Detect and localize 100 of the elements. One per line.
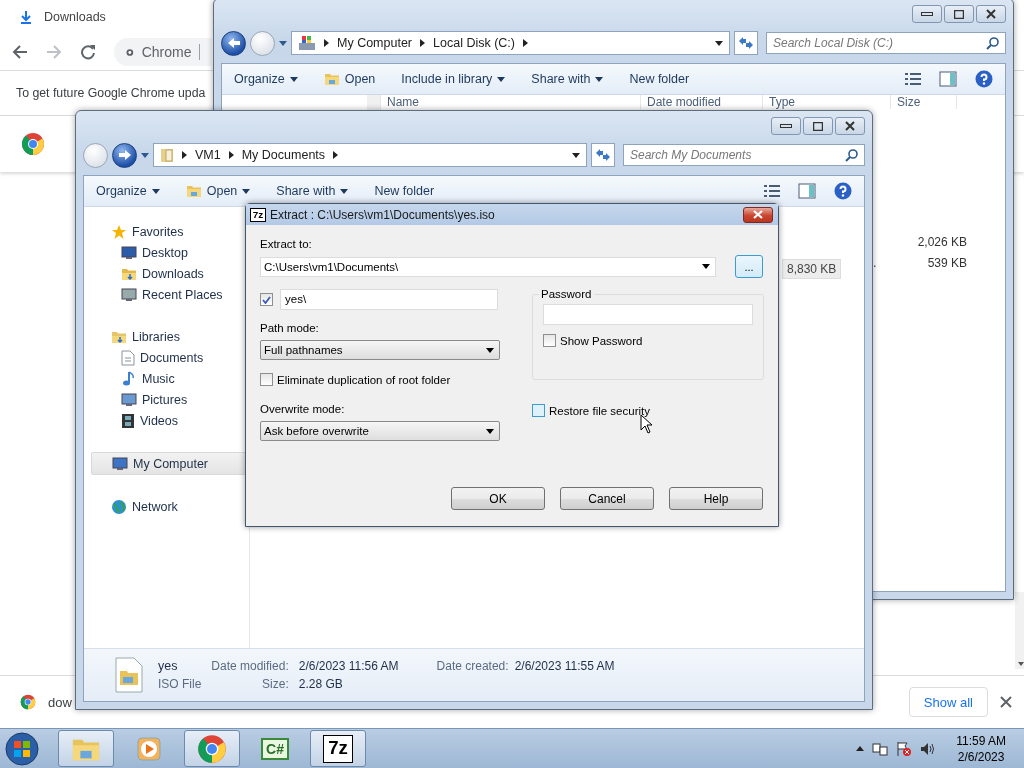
column-header[interactable]: Name: [381, 95, 641, 109]
clock[interactable]: 11:59 AM 2/6/2023: [956, 732, 1006, 765]
minimize-button[interactable]: [771, 117, 801, 135]
column-header[interactable]: Date modified: [641, 95, 763, 109]
maximize-icon: [954, 9, 964, 19]
refresh-button[interactable]: [734, 31, 758, 55]
help-icon[interactable]: [834, 182, 852, 200]
navigation-item[interactable]: Desktop: [91, 242, 247, 263]
back-arrow-icon[interactable]: [12, 44, 28, 60]
breadcrumb-item[interactable]: VM1: [195, 148, 221, 162]
maximize-button[interactable]: [944, 5, 974, 23]
address-bar[interactable]: My Computer Local Disk (C:): [291, 31, 730, 55]
path-mode-dropdown[interactable]: Full pathnames: [260, 340, 500, 360]
subfolder-field[interactable]: yes\: [280, 289, 498, 310]
caret-icon: [486, 347, 494, 353]
checkbox-label[interactable]: Show Password: [543, 334, 753, 347]
show-hidden-icons[interactable]: [856, 746, 865, 751]
star-icon: [111, 223, 127, 240]
dialog-button[interactable]: Cancel: [560, 487, 654, 510]
toolbar-button[interactable]: Open: [323, 71, 376, 87]
flag-icon[interactable]: [896, 740, 913, 757]
breadcrumb-arrow-icon: [333, 151, 339, 159]
navigation-item[interactable]: Network: [91, 496, 247, 517]
taskbar-button[interactable]: C#: [247, 730, 303, 767]
maximize-icon: [813, 121, 823, 131]
help-icon[interactable]: [975, 70, 993, 88]
breadcrumb-item[interactable]: My Computer: [337, 36, 413, 50]
caret-icon: [486, 428, 494, 434]
navigation-item[interactable]: Recent Places: [91, 284, 247, 305]
toolbar-button[interactable]: Open: [185, 183, 251, 199]
checkmark-icon: [262, 295, 271, 304]
caret-icon: [279, 40, 287, 46]
scrollbar[interactable]: [1015, 592, 1024, 669]
address-bar[interactable]: Chrome: [114, 38, 212, 66]
field-label: Size:: [261, 677, 289, 691]
checkbox-label[interactable]: Eliminate duplication of root folder: [260, 373, 500, 386]
dialog-button[interactable]: OK: [451, 487, 545, 510]
toolbar-button[interactable]: New folder: [374, 184, 435, 198]
navigation-item[interactable]: Favorites: [91, 221, 247, 242]
reload-icon[interactable]: [80, 44, 96, 60]
desktop-icon: [121, 244, 137, 261]
column-header[interactable]: Size: [891, 95, 957, 109]
extract-path-combo[interactable]: C:\Users\vm1\Documents\: [260, 256, 717, 277]
download-item-name[interactable]: dow: [48, 694, 72, 710]
taskbar-button[interactable]: 7z: [310, 730, 366, 767]
caret-icon: [595, 76, 604, 82]
close-button[interactable]: [743, 206, 773, 223]
close-shelf-button[interactable]: [1000, 696, 1012, 708]
taskbar-button[interactable]: [58, 730, 114, 767]
show-all-button[interactable]: Show all: [908, 687, 988, 717]
close-button[interactable]: [976, 5, 1006, 23]
address-bar[interactable]: VM1 My Documents: [153, 143, 587, 167]
search-field[interactable]: Search Local Disk (C:): [766, 32, 1006, 54]
network-icon[interactable]: [872, 740, 889, 757]
password-field[interactable]: [543, 304, 753, 325]
overwrite-mode-dropdown[interactable]: Ask before overwrite: [260, 421, 500, 441]
open-folder-icon: [185, 183, 202, 199]
maximize-button[interactable]: [803, 117, 833, 135]
caret-icon: [497, 76, 506, 82]
close-button[interactable]: [835, 117, 865, 135]
navigation-item[interactable]: Libraries: [91, 326, 247, 347]
computer-icon: [112, 455, 128, 472]
forward-button[interactable]: [112, 142, 137, 168]
navigation-item[interactable]: Videos: [91, 410, 247, 431]
breadcrumb-item[interactable]: My Documents: [241, 148, 326, 162]
view-list-icon[interactable]: [764, 184, 780, 198]
computer-icon: [298, 35, 316, 51]
toolbar-button[interactable]: New folder: [629, 72, 690, 86]
navigation-item[interactable]: Documents: [91, 347, 247, 368]
search-field[interactable]: Search My Documents: [623, 144, 865, 166]
close-icon: [753, 210, 763, 219]
checkbox-label[interactable]: Restore file security: [532, 404, 764, 417]
toolbar-button[interactable]: Include in library: [401, 72, 506, 86]
infobar-message: To get future Google Chrome upda: [16, 86, 206, 100]
size-tooltip: 8,830 KB: [782, 259, 842, 279]
checkbox[interactable]: [260, 293, 273, 306]
minimize-button[interactable]: [912, 5, 942, 23]
navigation-item[interactable]: Music: [91, 368, 247, 389]
open-folder-icon: [323, 71, 340, 87]
browse-button[interactable]: ...: [735, 255, 763, 278]
breadcrumb-item[interactable]: Local Disk (C:): [433, 36, 515, 50]
navigation-item[interactable]: Downloads: [91, 263, 247, 284]
navigation-item[interactable]: My Computer: [91, 452, 247, 475]
view-list-icon[interactable]: [905, 72, 921, 86]
start-button[interactable]: [2, 729, 42, 768]
refresh-button[interactable]: [591, 143, 615, 167]
toolbar-button[interactable]: Organize: [96, 184, 160, 198]
caret-icon: [715, 40, 723, 46]
toolbar-button[interactable]: Share with: [531, 72, 604, 86]
navigation-item[interactable]: Pictures: [91, 389, 247, 410]
toolbar-button[interactable]: Organize: [234, 72, 298, 86]
chrome-icon: [197, 733, 227, 764]
column-header[interactable]: Type: [763, 95, 891, 109]
toolbar-button[interactable]: Share with: [276, 184, 349, 198]
film-icon: [121, 412, 135, 429]
recent-places-icon: [121, 286, 137, 303]
taskbar-button[interactable]: [184, 730, 240, 767]
picture-icon: [121, 391, 137, 408]
download-item-icon: [20, 694, 36, 710]
dialog-button[interactable]: Help: [669, 487, 763, 510]
